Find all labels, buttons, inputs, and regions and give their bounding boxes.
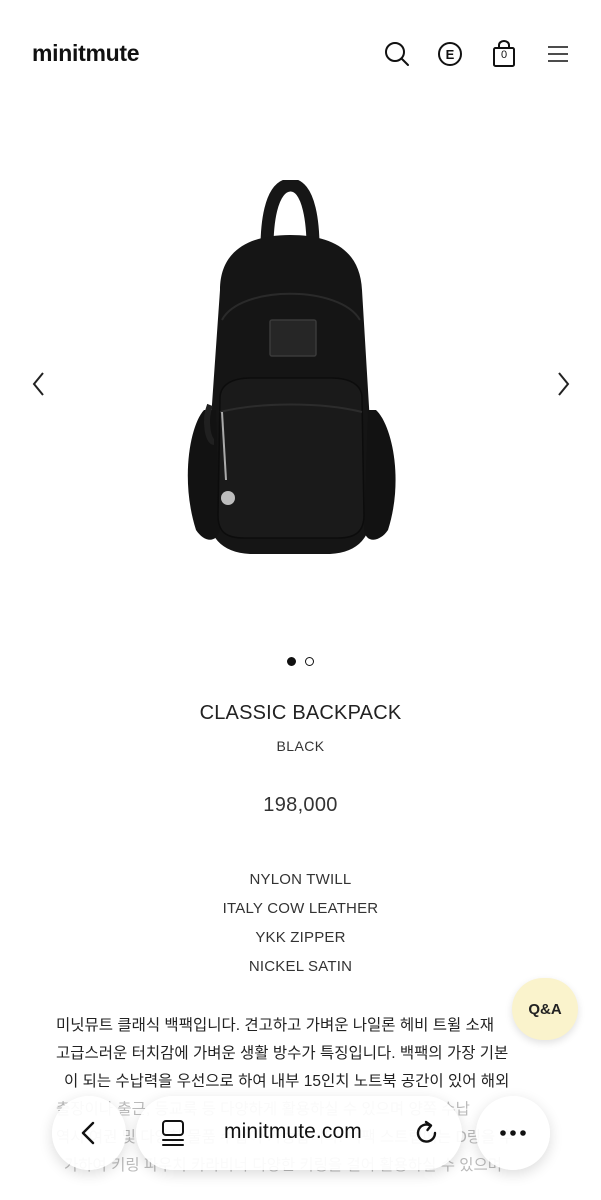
chevron-right-icon[interactable] — [550, 368, 574, 400]
carousel-indicator — [0, 657, 601, 666]
address-bar[interactable]: minitmute.com — [136, 1096, 462, 1170]
description-line: 이 되는 수납력을 우선으로 하여 내부 15인치 노트북 공간이 있어 해외 — [64, 1073, 510, 1090]
product-price: 198,000 — [263, 794, 338, 816]
description-line: 고급스러운 터치감에 가벼운 생활 방수가 특징입니다. 백팩의 가장 기본 — [56, 1045, 509, 1062]
tabs-icon[interactable] — [156, 1116, 190, 1150]
product-color: BLACK — [276, 738, 325, 754]
back-button[interactable] — [52, 1096, 126, 1170]
cart-count: 0 — [500, 49, 508, 61]
site-logo[interactable]: minitmute — [32, 40, 140, 67]
search-icon[interactable] — [381, 38, 413, 70]
e-badge-icon[interactable]: E — [434, 38, 466, 70]
site-header: minitmute E 0 — [0, 0, 601, 110]
reload-icon[interactable] — [410, 1116, 444, 1150]
qa-button[interactable]: Q&A — [512, 978, 578, 1040]
menu-icon[interactable] — [542, 38, 574, 70]
carousel-dot-active[interactable] — [287, 657, 296, 666]
material-list: NYLON TWILL ITALY COW LEATHER YKK ZIPPER… — [0, 870, 601, 986]
browser-toolbar: minitmute.com — [0, 1096, 601, 1170]
chevron-left-icon[interactable] — [28, 368, 52, 400]
more-button[interactable] — [476, 1096, 550, 1170]
description-line: 미닛뮤트 클래식 백팩입니다. 견고하고 가벼운 나일론 헤비 트윌 소재 — [56, 1017, 495, 1034]
product-gallery — [0, 110, 601, 650]
product-image — [160, 178, 440, 565]
material-item: NYLON TWILL — [249, 871, 352, 888]
carousel-dot[interactable] — [305, 657, 314, 666]
svg-text:E: E — [446, 47, 455, 62]
material-item: NICKEL SATIN — [248, 958, 353, 975]
cart-icon[interactable]: 0 — [488, 38, 520, 70]
material-item: YKK ZIPPER — [255, 929, 346, 946]
product-title: CLASSIC BACKPACK — [199, 702, 402, 724]
url-text[interactable]: minitmute.com — [224, 1120, 362, 1144]
more-icon — [500, 1130, 526, 1136]
material-item: ITALY COW LEATHER — [222, 900, 379, 917]
chevron-left-icon — [81, 1121, 95, 1145]
